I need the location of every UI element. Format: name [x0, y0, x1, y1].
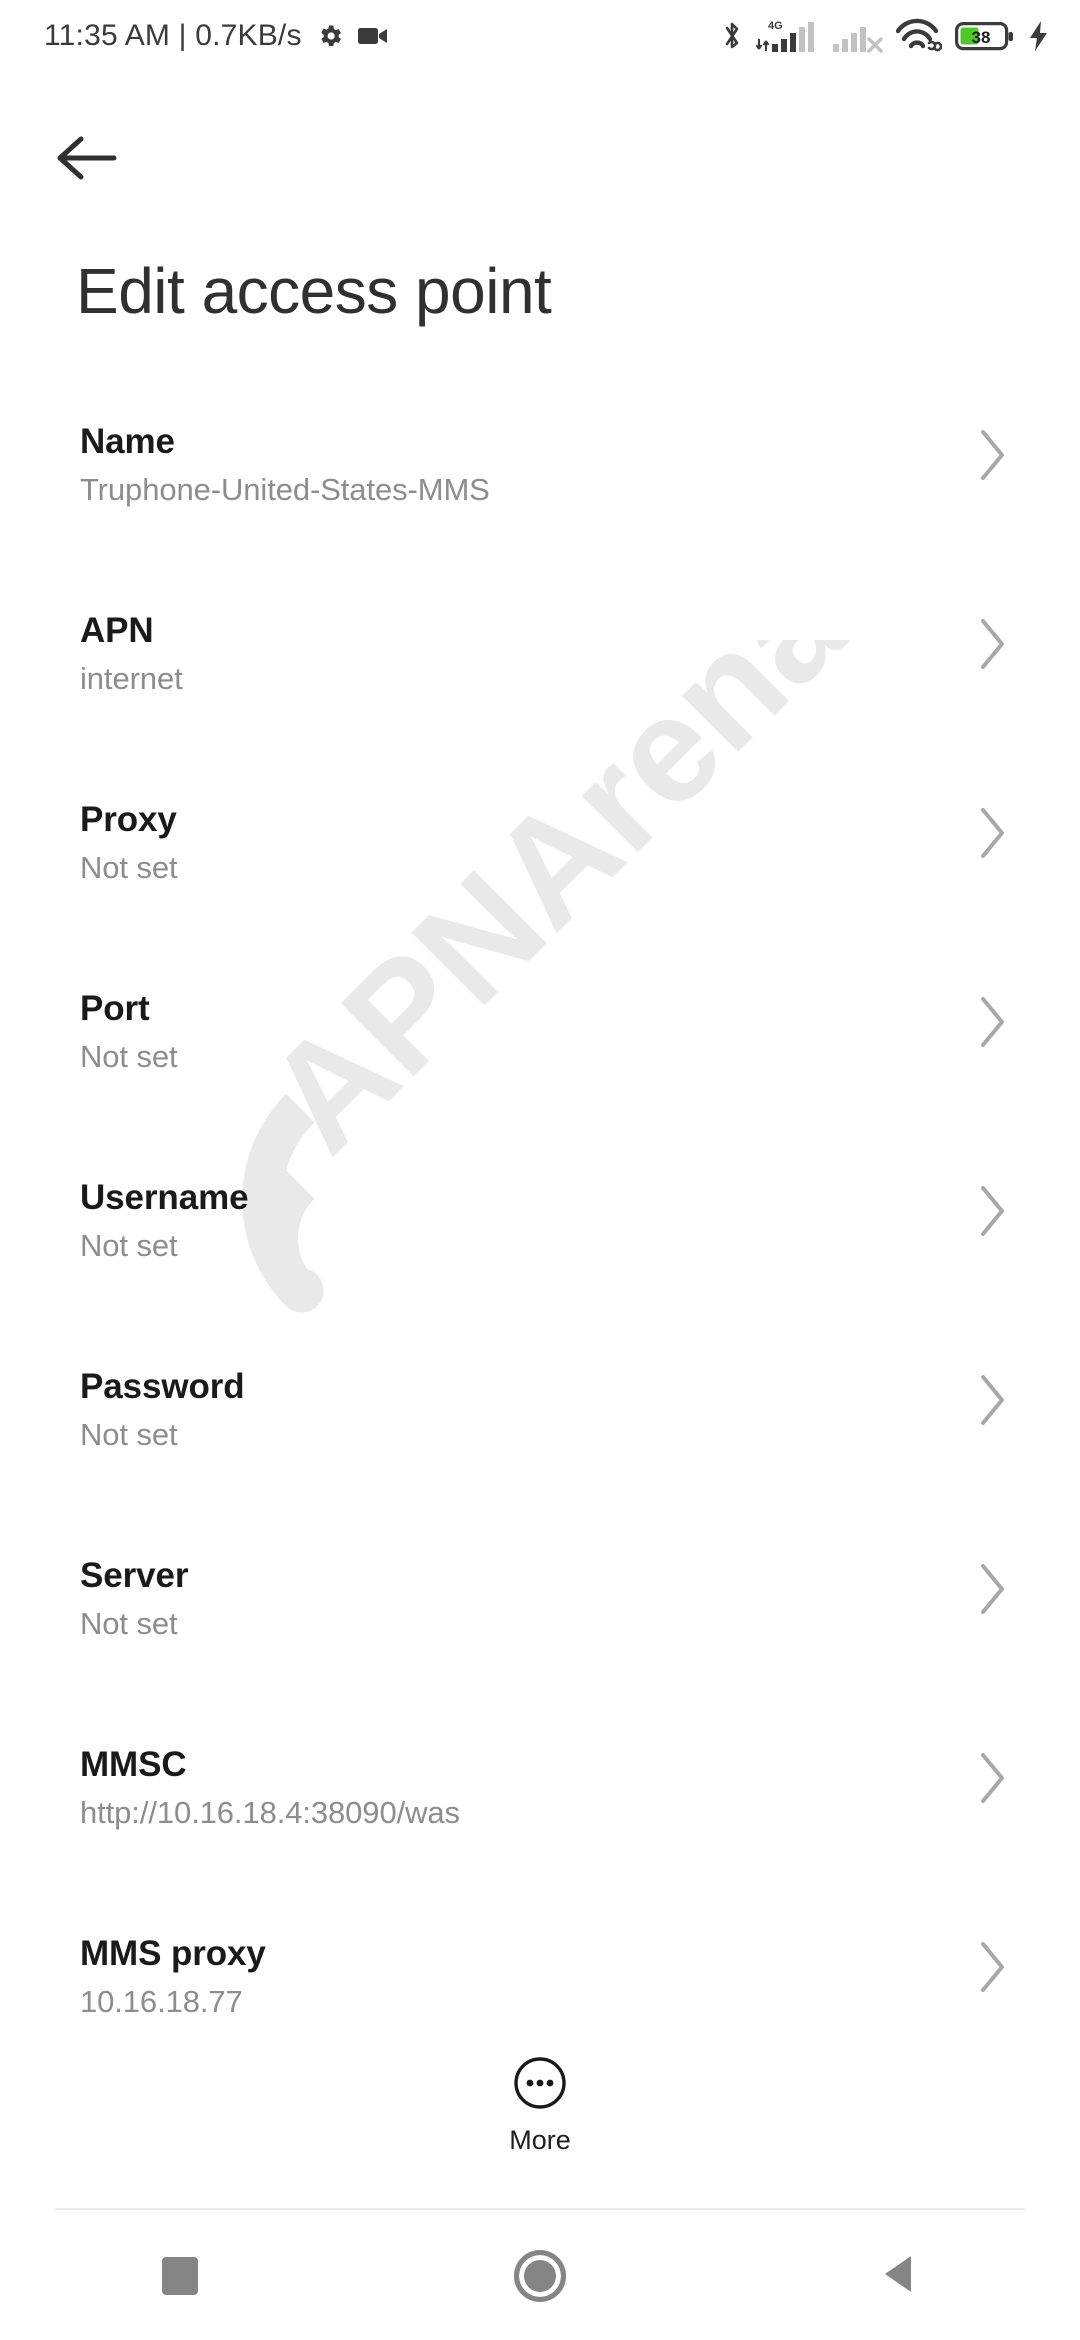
list-item-label: APN	[80, 611, 154, 650]
page-title: Edit access point	[76, 255, 552, 327]
list-item[interactable]: MMSC http://10.16.18.4:38090/was	[0, 1727, 1080, 1916]
system-back-button[interactable]	[720, 2212, 1080, 2340]
chevron-right-icon	[976, 615, 1010, 673]
chevron-right-icon	[976, 1371, 1010, 1429]
list-item-label: Name	[80, 422, 175, 461]
list-item-label: Proxy	[80, 800, 177, 839]
chevron-right-icon	[976, 1938, 1010, 1996]
battery-icon: 38	[955, 20, 1015, 52]
list-item-value: Not set	[80, 850, 178, 885]
home-button[interactable]	[360, 2212, 720, 2340]
video-camera-icon	[357, 25, 388, 47]
list-item[interactable]: Port Not set	[0, 971, 1080, 1160]
bluetooth-icon	[721, 19, 743, 53]
list-item-label: Password	[80, 1367, 245, 1406]
status-bar-left: 11:35 AM | 0.7KB/s	[44, 19, 388, 53]
list-item-label: MMS proxy	[80, 1934, 266, 1973]
back-triangle-icon	[880, 2253, 920, 2300]
chevron-right-icon	[976, 1560, 1010, 1618]
list-item[interactable]: Server Not set	[0, 1538, 1080, 1727]
system-navigation-bar	[0, 2212, 1080, 2340]
status-bar: 11:35 AM | 0.7KB/s 4G 38	[0, 0, 1080, 72]
charging-bolt-icon	[1028, 20, 1050, 52]
status-bar-right: 4G 38	[721, 17, 1050, 55]
list-item[interactable]: Password Not set	[0, 1349, 1080, 1538]
list-item-label: Username	[80, 1178, 249, 1217]
list-item-value: internet	[80, 661, 183, 696]
cellular-signal-sim2-no-service-icon	[833, 17, 883, 55]
list-item[interactable]: Name Truphone-United-States-MMS	[0, 404, 1080, 593]
list-item-label: MMSC	[80, 1745, 187, 1784]
list-item-label: Server	[80, 1556, 189, 1595]
navbar-divider	[55, 2208, 1025, 2210]
chevron-right-icon	[976, 426, 1010, 484]
more-button[interactable]: More	[0, 2055, 1080, 2156]
more-label: More	[509, 2125, 571, 2155]
more-dots-circle-icon	[512, 2055, 568, 2111]
list-item-value: 10.16.18.77	[80, 1984, 243, 2019]
list-item-value: Not set	[80, 1606, 178, 1641]
chevron-right-icon	[976, 804, 1010, 862]
back-arrow-icon	[52, 132, 122, 189]
phone-screen: APNArena 11:35 AM | 0.7KB/s 4G 38 Edit a…	[0, 0, 1080, 2340]
back-button[interactable]	[52, 118, 146, 202]
gear-icon	[316, 22, 344, 50]
list-item-value: Not set	[80, 1228, 178, 1263]
home-circle-icon	[514, 2250, 566, 2302]
list-item-value: Not set	[80, 1039, 178, 1074]
chevron-right-icon	[976, 993, 1010, 1051]
status-clock-and-netspeed: 11:35 AM | 0.7KB/s	[44, 19, 302, 52]
chevron-right-icon	[976, 1749, 1010, 1807]
list-item-value: Not set	[80, 1417, 178, 1452]
access-point-field-list: Name Truphone-United-States-MMS APN interne…	[0, 404, 1080, 2105]
list-item-value: Truphone-United-States-MMS	[80, 472, 490, 507]
list-item[interactable]: Username Not set	[0, 1160, 1080, 1349]
cellular-signal-sim1-icon: 4G	[756, 17, 820, 55]
list-item[interactable]: APN internet	[0, 593, 1080, 782]
battery-level-text: 38	[972, 28, 991, 47]
wifi-vpn-icon	[896, 18, 942, 54]
chevron-right-icon	[976, 1182, 1010, 1240]
list-item-value: http://10.16.18.4:38090/was	[80, 1795, 460, 1830]
list-item[interactable]: Proxy Not set	[0, 782, 1080, 971]
recents-button[interactable]	[0, 2212, 360, 2340]
recents-square-icon	[162, 2257, 198, 2295]
svg-text:4G: 4G	[768, 20, 783, 32]
list-item-label: Port	[80, 989, 150, 1028]
